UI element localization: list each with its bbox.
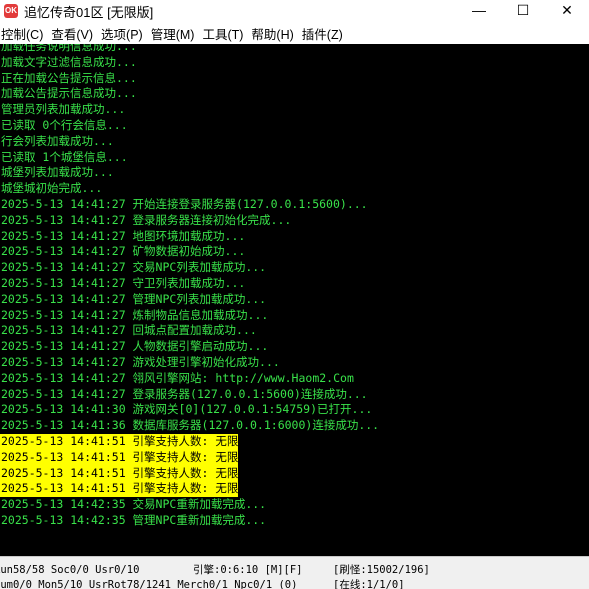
log-line: 2025-5-13 14:42:35 管理NPC重新加载完成... <box>1 512 267 527</box>
log-line: 2025-5-13 14:41:27 开始连接登录服务器(127.0.0.1:5… <box>1 196 368 211</box>
log-line: 2025-5-13 14:41:27 守卫列表加载成功... <box>1 275 246 290</box>
log-line: 2025-5-13 14:41:27 交易NPC列表加载成功... <box>1 260 267 275</box>
log-line: 2025-5-13 14:42:35 交易NPC重新加载完成... <box>1 497 267 512</box>
menu-options[interactable]: 选项(P) <box>100 24 150 43</box>
log-line: 管理员列表加载成功... <box>1 102 126 117</box>
log-lines: 加载任务说明信息成功... 加载文字过滤信息成功... 正在加载公告提示信息... 加… <box>0 44 379 529</box>
log-line: 加载公告提示信息成功... <box>1 86 137 101</box>
log-line: 城堡列表加载成功... <box>1 165 114 180</box>
close-button[interactable]: ✕ <box>545 0 589 22</box>
menu-help[interactable]: 帮助(H) <box>250 24 300 43</box>
status-online: [在线:1/1/0] <box>333 579 405 589</box>
title-bar[interactable]: OK 追忆传奇01区 [无限版] — ☐ ✕ <box>0 0 589 22</box>
menu-plugins[interactable]: 插件(Z) <box>301 24 350 43</box>
log-line: 2025-5-13 14:41:51 引擎支持人数: 无限 <box>0 481 239 498</box>
log-line: 2025-5-13 14:41:51 引擎支持人数: 无限 <box>0 449 239 466</box>
status-row-2: Hum0/0 Mon5/10 UsrRot78/1241 Merch0/1 Np… <box>0 578 589 589</box>
app-icon[interactable]: OK <box>4 4 18 18</box>
menu-view[interactable]: 查看(V) <box>50 24 100 43</box>
log-line: 2025-5-13 14:41:27 游戏处理引擎初始化成功... <box>1 354 280 369</box>
menu-tools[interactable]: 工具(T) <box>201 24 250 43</box>
log-line: 2025-5-13 14:41:27 炼制物品信息加载成功... <box>1 307 269 322</box>
status-row-1: Run58/58 Soc0/0 Usr0/10 引擎:0:6:10 [M][F]… <box>0 563 589 578</box>
window-title: 追忆传奇01区 [无限版] <box>24 4 154 20</box>
log-line: 2025-5-13 14:41:27 地图环境加载成功... <box>1 228 246 243</box>
status-bar: Run58/58 Soc0/0 Usr0/10 引擎:0:6:10 [M][F]… <box>0 556 589 589</box>
menu-control[interactable]: 控制(C) <box>0 24 50 43</box>
minimize-button[interactable]: — <box>457 0 501 22</box>
log-line: 2025-5-13 14:41:36 数据库服务器(127.0.0.1:6000… <box>1 418 380 433</box>
log-line: 行会列表加载成功... <box>1 133 114 148</box>
maximize-button[interactable]: ☐ <box>501 0 545 22</box>
server-console-window: OK 追忆传奇01区 [无限版] — ☐ ✕ 控制(C) 查看(V) 选项(P)… <box>0 0 589 589</box>
log-line: 加载文字过滤信息成功... <box>1 54 137 69</box>
menu-bar: 控制(C) 查看(V) 选项(P) 管理(M) 工具(T) 帮助(H) 插件(Z… <box>0 22 589 45</box>
log-console[interactable]: 加载任务说明信息成功... 加载文字过滤信息成功... 正在加载公告提示信息... 加… <box>0 44 589 556</box>
status-refresh: [刷怪:15002/196] <box>333 564 430 576</box>
log-line: 2025-5-13 14:41:27 翎风引擎网站: http://www.Ha… <box>1 370 354 385</box>
log-line: 2025-5-13 14:41:27 登录服务器连接初始化完成... <box>1 212 292 227</box>
log-line: 正在加载公告提示信息... <box>1 70 137 85</box>
menu-manage[interactable]: 管理(M) <box>150 24 202 43</box>
log-line: 2025-5-13 14:41:27 人物数据引擎启动成功... <box>1 339 269 354</box>
log-line: 已读取 1个城堡信息... <box>1 149 128 164</box>
log-line: 加载任务说明信息成功... <box>1 44 137 53</box>
log-line: 2025-5-13 14:41:27 登录服务器(127.0.0.1:5600)… <box>1 386 368 401</box>
log-line: 2025-5-13 14:41:30 游戏网关[0](127.0.0.1:547… <box>1 402 373 417</box>
status-engine: 引擎:0:6:10 [M][F] <box>193 564 303 576</box>
window-controls: — ☐ ✕ <box>457 0 589 22</box>
status-counters: Run58/58 Soc0/0 Usr0/10 <box>0 564 140 576</box>
status-objects: Hum0/0 Mon5/10 UsrRot78/1241 Merch0/1 Np… <box>0 579 298 589</box>
log-line: 已读取 0个行会信息... <box>1 117 128 132</box>
log-line: 2025-5-13 14:41:51 引擎支持人数: 无限 <box>0 433 239 450</box>
log-line: 2025-5-13 14:41:27 矿物数据初始成功... <box>1 244 246 259</box>
log-line: 2025-5-13 14:41:27 管理NPC列表加载成功... <box>1 291 267 306</box>
log-line: 2025-5-13 14:41:51 引擎支持人数: 无限 <box>0 465 239 482</box>
log-line: 2025-5-13 14:41:27 回城点配置加载成功... <box>1 323 257 338</box>
log-line: 城堡城初始完成... <box>1 181 103 196</box>
